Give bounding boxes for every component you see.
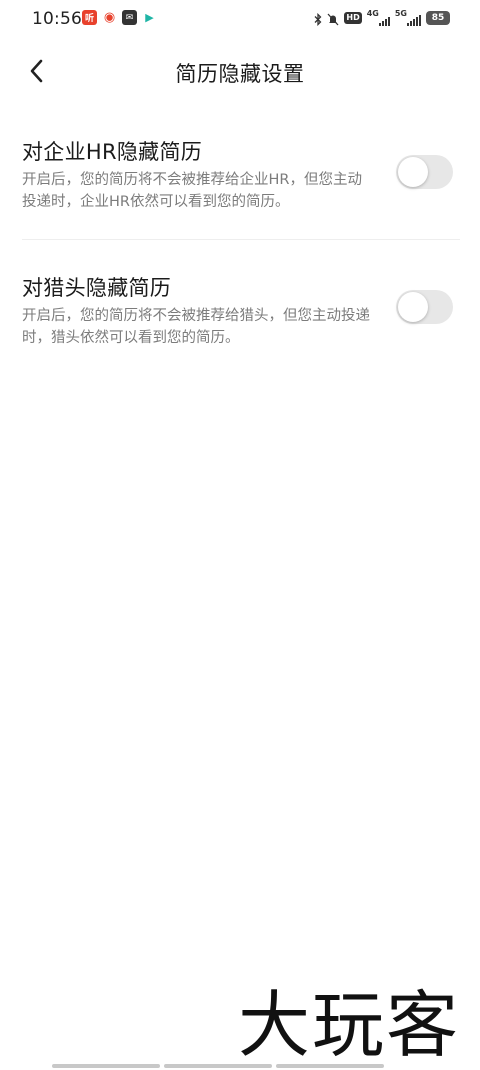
indicator-segment <box>52 1064 160 1068</box>
play-store-icon: ▶ <box>142 10 157 25</box>
setting-title: 对企业HR隐藏简历 <box>22 140 203 164</box>
network-5g-label: 5G <box>394 9 407 18</box>
divider <box>22 239 460 240</box>
bluetooth-icon <box>314 10 322 26</box>
status-time: 10:56 <box>32 9 82 29</box>
toggle-knob <box>398 292 428 322</box>
battery-icon: 85 <box>426 11 450 25</box>
page-title: 简历隐藏设置 <box>175 62 305 86</box>
mute-icon <box>327 10 339 26</box>
system-status-icons: HD 4G 5G 85 <box>314 10 450 26</box>
mail-app-icon: ✉ <box>122 10 137 25</box>
setting-description: 开启后，您的简历将不会被推荐给企业HR，但您主动投递时，企业HR依然可以看到您的… <box>22 172 362 210</box>
weibo-icon: ◉ <box>102 10 117 25</box>
signal-4g-icon: 4G <box>367 10 390 26</box>
setting-hide-from-hr: 对企业HR隐藏简历 开启后，您的简历将不会被推荐给企业HR，但您主动投递时，企业… <box>22 136 460 240</box>
signal-5g-icon: 5G <box>395 10 421 26</box>
setting-description: 开启后，您的简历将不会被推荐给猎头，但您主动投递时，猎头依然可以看到您的简历。 <box>22 308 370 346</box>
setting-title: 对猎头隐藏简历 <box>22 276 172 300</box>
header: 简历隐藏设置 <box>0 42 480 102</box>
hd-badge: HD <box>344 12 362 24</box>
indicator-segment <box>276 1064 384 1068</box>
watermark-text: 大玩客 <box>238 983 461 1067</box>
toggle-knob <box>398 157 428 187</box>
bottom-indicator <box>52 1064 384 1068</box>
hide-from-headhunter-toggle[interactable] <box>396 290 453 324</box>
network-4g-label: 4G <box>366 9 379 18</box>
notification-icons: 听 ◉ ✉ ▶ <box>82 10 157 25</box>
setting-hide-from-headhunter: 对猎头隐藏简历 开启后，您的简历将不会被推荐给猎头，但您主动投递时，猎头依然可以… <box>22 272 460 362</box>
indicator-segment <box>164 1064 272 1068</box>
listen-app-icon: 听 <box>82 10 97 25</box>
status-bar: 10:56 听 ◉ ✉ ▶ HD 4G 5G 85 <box>0 0 480 38</box>
hide-from-hr-toggle[interactable] <box>396 155 453 189</box>
